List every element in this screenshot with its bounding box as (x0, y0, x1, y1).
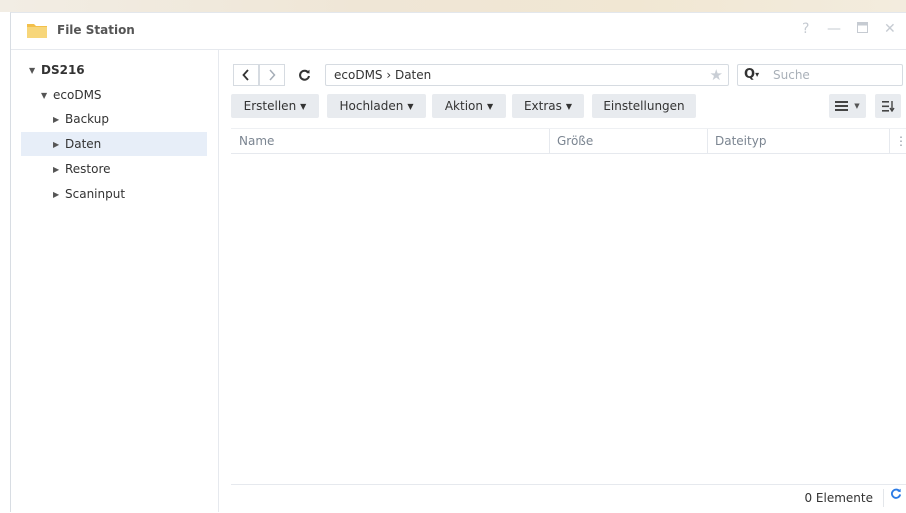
caret-down-icon: ▼ (487, 101, 494, 111)
window-title: File Station (57, 23, 135, 37)
tree-root-label: DS216 (41, 63, 85, 77)
refresh-icon[interactable] (890, 488, 902, 504)
caret-right-icon[interactable]: ▶ (53, 158, 65, 182)
chevron-right-icon (269, 69, 276, 81)
create-button[interactable]: Erstellen ▼ (231, 94, 319, 118)
sort-button[interactable] (875, 94, 901, 118)
settings-button[interactable]: Einstellungen (592, 94, 696, 118)
caret-down-icon[interactable]: ▼ (29, 59, 41, 83)
file-station-window: File Station ? — ✕ ▼ DS216 ▼ ecoDMS ▶ Backu… (10, 12, 906, 512)
status-divider (883, 489, 884, 507)
view-mode-button[interactable]: ▼ (829, 94, 866, 118)
chevron-left-icon (242, 69, 249, 81)
sort-icon (881, 100, 895, 112)
extras-button[interactable]: Extras ▼ (512, 94, 584, 118)
refresh-icon (298, 69, 310, 81)
caret-down-icon: ▼ (300, 101, 307, 111)
settings-button-label: Einstellungen (603, 99, 685, 113)
create-button-label: Erstellen (243, 99, 297, 113)
caret-right-icon[interactable]: ▶ (53, 108, 65, 132)
action-button[interactable]: Aktion ▼ (432, 94, 506, 118)
forward-button[interactable] (259, 64, 285, 86)
column-header-size[interactable]: Größe (549, 129, 707, 153)
title-bar: File Station ? — ✕ (11, 13, 906, 50)
folder-icon (27, 24, 47, 38)
list-view-icon (835, 101, 849, 111)
item-count: 0 Elemente (804, 491, 873, 505)
tree-item-ecodms[interactable]: ▼ ecoDMS (41, 83, 102, 107)
search-field[interactable]: Q▾ (737, 64, 903, 86)
column-header-type[interactable]: Dateityp (707, 129, 887, 153)
help-icon[interactable]: ? (802, 22, 809, 36)
tree-item-label: Scaninput (65, 187, 126, 201)
tree-item-label: ecoDMS (53, 88, 102, 102)
tree-item-label: Restore (65, 162, 111, 176)
tree-item-backup[interactable]: ▶ Backup (53, 107, 109, 131)
column-header-name[interactable]: Name (231, 129, 549, 153)
desktop-background-strip (0, 0, 906, 12)
tree-item-label: Backup (65, 112, 109, 126)
path-bar[interactable]: ecoDMS › Daten ★ (325, 64, 729, 86)
tree-item-label: Daten (65, 137, 102, 151)
search-input[interactable] (773, 66, 893, 84)
main-panel: ecoDMS › Daten ★ Q▾ Erstellen▼ Hochladen… (219, 50, 906, 512)
refresh-shape (891, 488, 902, 499)
tree-item-restore[interactable]: ▶ Restore (53, 157, 111, 181)
search-icon[interactable]: Q▾ (744, 67, 759, 82)
breadcrumb: ecoDMS › Daten (334, 68, 432, 82)
tree-item-daten[interactable]: ▶ Daten (21, 132, 207, 156)
caret-down-icon: ▼ (565, 101, 573, 111)
maximize-icon[interactable] (857, 22, 868, 37)
star-icon[interactable]: ★ (710, 66, 723, 84)
upload-button-label: Hochladen (339, 99, 404, 113)
table-header: Name Größe Dateityp ⋮ (231, 128, 906, 154)
maximize-shape (857, 22, 868, 33)
minimize-icon[interactable]: — (827, 22, 841, 36)
caret-right-icon[interactable]: ▶ (53, 183, 65, 207)
extras-button-label: Extras (523, 99, 562, 113)
tree-item-scaninput[interactable]: ▶ Scaninput (53, 182, 125, 206)
close-icon[interactable]: ✕ (884, 22, 896, 36)
caret-right-icon[interactable]: ▶ (53, 133, 65, 157)
sidebar: ▼ DS216 ▼ ecoDMS ▶ Backup ▶ Daten ▶ Restore ▶… (11, 50, 219, 512)
caret-down-icon: ▼ (854, 102, 860, 110)
caret-down-icon[interactable]: ▼ (41, 84, 53, 108)
back-button[interactable] (233, 64, 259, 86)
caret-down-icon: ▼ (407, 101, 414, 111)
column-options-icon[interactable]: ⋮ (889, 129, 906, 153)
upload-button[interactable]: Hochladen ▼ (327, 94, 426, 118)
tree-root-ds216[interactable]: ▼ DS216 (29, 58, 85, 82)
status-bar: 0 Elemente (231, 484, 906, 513)
refresh-button[interactable] (291, 64, 317, 86)
action-button-label: Aktion (444, 99, 483, 113)
